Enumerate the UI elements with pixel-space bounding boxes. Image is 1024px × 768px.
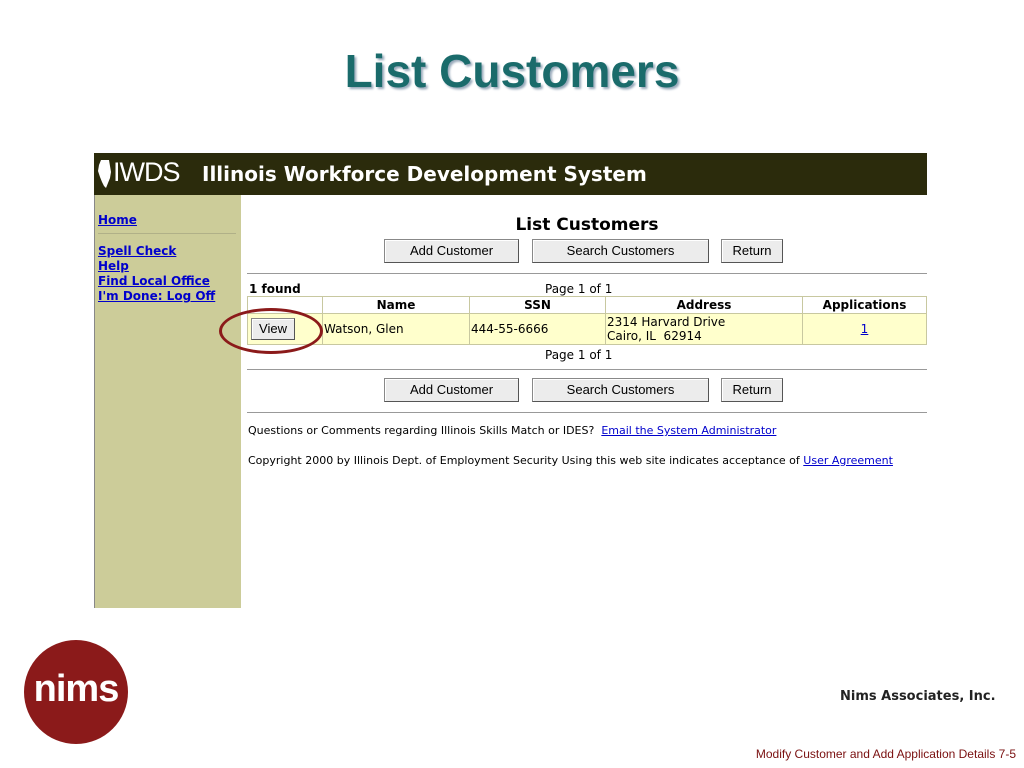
sidebar-item-find-local-office[interactable]: Find Local Office [98, 274, 210, 288]
address-line-2: Cairo, IL 62914 [607, 329, 702, 343]
pagination-top: Page 1 of 1 [545, 282, 613, 296]
questions-text: Questions or Comments regarding Illinois… [248, 424, 595, 437]
user-agreement-link[interactable]: User Agreement [803, 454, 893, 467]
sidebar-divider [98, 233, 236, 234]
copyright-text: Copyright 2000 by Illinois Dept. of Empl… [248, 454, 800, 467]
divider [247, 412, 927, 413]
column-header-name: Name [322, 296, 470, 314]
divider [247, 369, 927, 370]
table-header-row: Name SSN Address Applications [247, 296, 927, 314]
return-button[interactable]: Return [721, 239, 783, 263]
results-count: 1 found [249, 282, 301, 296]
address-cell: 2314 Harvard Drive Cairo, IL 62914 [605, 313, 803, 345]
sidebar-item-home[interactable]: Home [98, 213, 137, 227]
app-header: IWDS Illinois Workforce Development Syst… [94, 153, 927, 195]
add-customer-button-bottom[interactable]: Add Customer [384, 378, 519, 402]
main-content: List Customers Add Customer Search Custo… [247, 195, 927, 608]
customer-table: Name SSN Address Applications View Watso… [247, 296, 927, 345]
illinois-state-icon [98, 160, 111, 188]
ssn-cell: 444-55-6666 [469, 313, 606, 345]
search-customers-button[interactable]: Search Customers [532, 239, 709, 263]
table-row: View Watson, Glen 444-55-6666 2314 Harva… [247, 313, 927, 345]
nims-logo-text: nims [33, 668, 120, 710]
name-cell: Watson, Glen [322, 313, 470, 345]
highlight-circle [219, 308, 323, 354]
column-header-applications: Applications [802, 296, 927, 314]
email-admin-link[interactable]: Email the System Administrator [601, 424, 776, 437]
sidebar-item-help[interactable]: Help [98, 259, 129, 273]
nims-logo: nims [24, 640, 128, 744]
sidebar-item-spell-check[interactable]: Spell Check [98, 244, 176, 258]
address-line-1: 2314 Harvard Drive [607, 315, 726, 329]
iwds-logo: IWDS [113, 157, 180, 187]
add-customer-button[interactable]: Add Customer [384, 239, 519, 263]
slide-footer: Modify Customer and Add Application Deta… [755, 747, 1016, 761]
sidebar: Home Spell Check Help Find Local Office … [94, 195, 241, 608]
app-title: Illinois Workforce Development System [202, 162, 647, 186]
sidebar-item-log-off[interactable]: I'm Done: Log Off [98, 289, 215, 303]
return-button-bottom[interactable]: Return [721, 378, 783, 402]
applications-link[interactable]: 1 [861, 322, 869, 336]
app-window: IWDS Illinois Workforce Development Syst… [94, 153, 927, 608]
divider [247, 273, 927, 274]
applications-cell: 1 [802, 313, 927, 345]
column-header-address: Address [605, 296, 803, 314]
column-header-ssn: SSN [469, 296, 606, 314]
copyright-notice: Copyright 2000 by Illinois Dept. of Empl… [248, 453, 918, 468]
questions-line: Questions or Comments regarding Illinois… [248, 424, 776, 437]
slide-title: List Customers [344, 45, 680, 97]
search-customers-button-bottom[interactable]: Search Customers [532, 378, 709, 402]
company-name: Nims Associates, Inc. [840, 689, 996, 704]
page-heading: List Customers [515, 215, 659, 235]
pagination-bottom: Page 1 of 1 [545, 348, 613, 362]
